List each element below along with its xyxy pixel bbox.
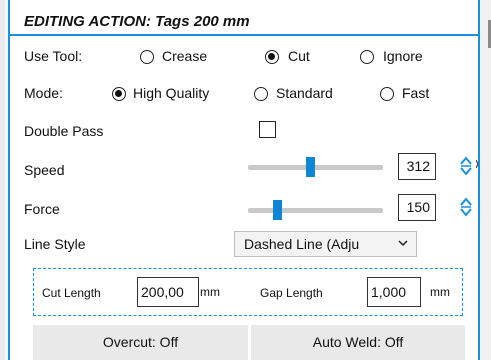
- radio-high-quality-selected-dot: [115, 90, 122, 97]
- radio-crease[interactable]: [140, 50, 154, 64]
- spin-up-down-icon[interactable]: [459, 196, 473, 218]
- gap-length-input[interactable]: 1,000: [367, 277, 421, 307]
- right-gutter: [480, 0, 491, 360]
- line-style-selected-value: Dashed Line (Adju: [244, 236, 360, 252]
- line-style-dropdown[interactable]: Dashed Line (Adju: [234, 231, 417, 257]
- auto-weld-button[interactable]: Auto Weld: Off: [251, 325, 465, 360]
- radio-fast-label[interactable]: Fast: [402, 85, 429, 101]
- gap-length-label: Gap Length: [260, 286, 323, 300]
- panel-header: EDITING ACTION: Tags 200 mm: [10, 8, 478, 36]
- panel-title: EDITING ACTION: Tags 200 mm: [24, 13, 250, 30]
- radio-ignore-label[interactable]: Ignore: [383, 48, 423, 64]
- tag-lengths-group: Cut Length 200,00 mm Gap Length 1,000 mm: [33, 268, 463, 316]
- force-value-field[interactable]: 150: [398, 194, 436, 221]
- radio-cut[interactable]: [265, 50, 279, 64]
- editing-action-panel: EDITING ACTION: Tags 200 mm Use Tool: Cr…: [10, 0, 478, 360]
- force-label: Force: [24, 201, 60, 217]
- gap-length-unit: mm: [430, 285, 450, 299]
- spin-up-down-icon[interactable]: [459, 155, 473, 177]
- radio-ignore[interactable]: [360, 50, 374, 64]
- radio-fast[interactable]: [380, 87, 394, 101]
- force-slider-thumb[interactable]: [273, 200, 282, 220]
- force-slider-track[interactable]: [248, 208, 383, 213]
- left-gutter: [0, 0, 5, 360]
- double-pass-label: Double Pass: [24, 123, 104, 139]
- radio-standard[interactable]: [254, 87, 268, 101]
- radio-crease-label[interactable]: Crease: [162, 48, 207, 64]
- use-tool-label: Use Tool:: [24, 48, 83, 64]
- radio-standard-label[interactable]: Standard: [276, 85, 333, 101]
- radio-cut-label[interactable]: Cut: [288, 48, 310, 64]
- line-style-label: Line Style: [24, 236, 86, 252]
- radio-cut-selected-dot: [268, 53, 275, 60]
- cut-length-label: Cut Length: [42, 286, 101, 300]
- cut-length-input[interactable]: 200,00: [137, 277, 199, 307]
- double-pass-checkbox[interactable]: [259, 121, 276, 138]
- radio-high-quality[interactable]: [112, 87, 126, 101]
- speed-label: Speed: [24, 162, 65, 178]
- cut-length-unit: mm: [200, 285, 220, 299]
- mode-label: Mode:: [24, 85, 63, 101]
- speed-slider-track[interactable]: [248, 165, 383, 170]
- speed-value-field[interactable]: 312: [398, 153, 436, 180]
- overcut-button[interactable]: Overcut: Off: [33, 325, 248, 360]
- speed-slider-thumb[interactable]: [306, 157, 315, 177]
- chevron-down-icon: [398, 240, 408, 247]
- radio-high-quality-label[interactable]: High Quality: [133, 85, 209, 101]
